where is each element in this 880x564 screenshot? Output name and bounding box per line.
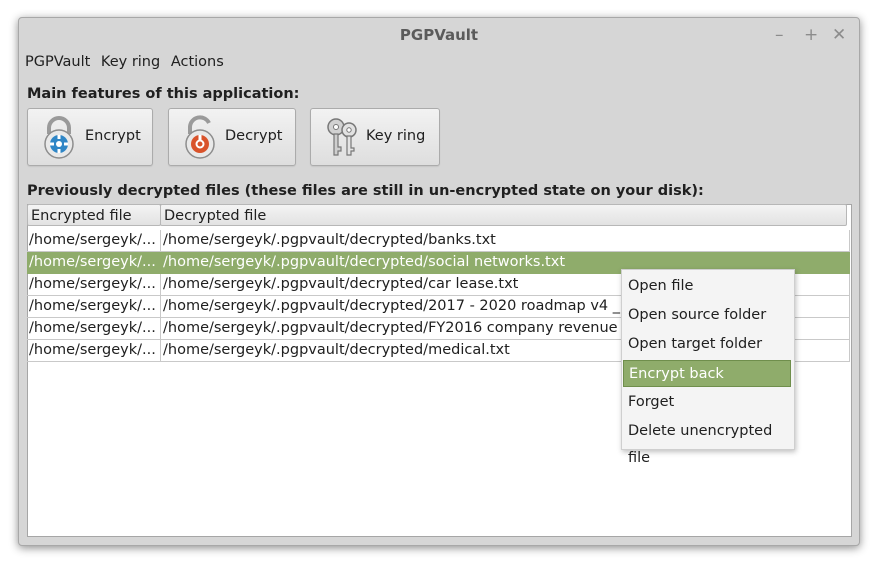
keyring-label: Key ring <box>366 128 426 144</box>
column-header-encrypted[interactable]: Encrypted file <box>27 204 161 226</box>
menu-item-open-source-folder[interactable]: Open source folder <box>623 302 791 329</box>
window-title: PGPVault <box>399 26 479 44</box>
menu-item-open-target-folder[interactable]: Open target folder <box>623 331 791 358</box>
lock-encrypt-icon <box>44 116 74 159</box>
menu-item-encrypt-back[interactable]: Encrypt back <box>623 360 791 387</box>
unlock-decrypt-icon <box>185 115 215 159</box>
decrypt-label: Decrypt <box>225 128 283 144</box>
keyring-button[interactable]: Key ring <box>310 108 440 166</box>
menu-bar: PGPVault Key ring Actions <box>25 54 230 74</box>
minimize-icon[interactable]: – <box>775 25 784 45</box>
files-heading: Previously decrypted files (these files … <box>27 183 704 199</box>
maximize-icon[interactable]: + <box>804 25 818 45</box>
keys-icon <box>327 118 357 156</box>
encrypt-button[interactable]: Encrypt <box>27 108 153 166</box>
title-bar[interactable]: PGPVault – + ✕ <box>19 18 859 52</box>
table-row[interactable]: /home/sergeyk/... /home/sergeyk/.pgpvaul… <box>27 230 850 252</box>
cell-encrypted: /home/sergeyk/... <box>27 230 161 252</box>
menu-item-open-file[interactable]: Open file <box>623 273 791 300</box>
menu-key-ring[interactable]: Key ring <box>101 54 160 70</box>
decrypt-button[interactable]: Decrypt <box>168 108 296 166</box>
menu-item-delete-unencrypted-file[interactable]: Delete unencrypted file <box>623 418 791 466</box>
menu-actions[interactable]: Actions <box>171 54 224 70</box>
cell-encrypted: /home/sergeyk/... <box>27 274 161 296</box>
column-header-decrypted[interactable]: Decrypted file <box>160 204 847 226</box>
menu-pgpvault[interactable]: PGPVault <box>25 54 90 70</box>
cell-encrypted: /home/sergeyk/... <box>27 340 161 362</box>
menu-item-forget[interactable]: Forget <box>623 389 791 416</box>
app-window: PGPVault – + ✕ PGPVault Key ring Actions… <box>18 17 860 546</box>
encrypt-label: Encrypt <box>85 128 141 144</box>
cell-decrypted: /home/sergeyk/.pgpvault/decrypted/banks.… <box>161 230 850 252</box>
features-heading: Main features of this application: <box>27 86 300 102</box>
close-icon[interactable]: ✕ <box>832 25 846 45</box>
cell-encrypted: /home/sergeyk/... <box>27 318 161 340</box>
context-menu: Open file Open source folder Open target… <box>621 269 795 466</box>
cell-encrypted: /home/sergeyk/... <box>27 296 161 318</box>
cell-encrypted: /home/sergeyk/... <box>27 252 161 274</box>
